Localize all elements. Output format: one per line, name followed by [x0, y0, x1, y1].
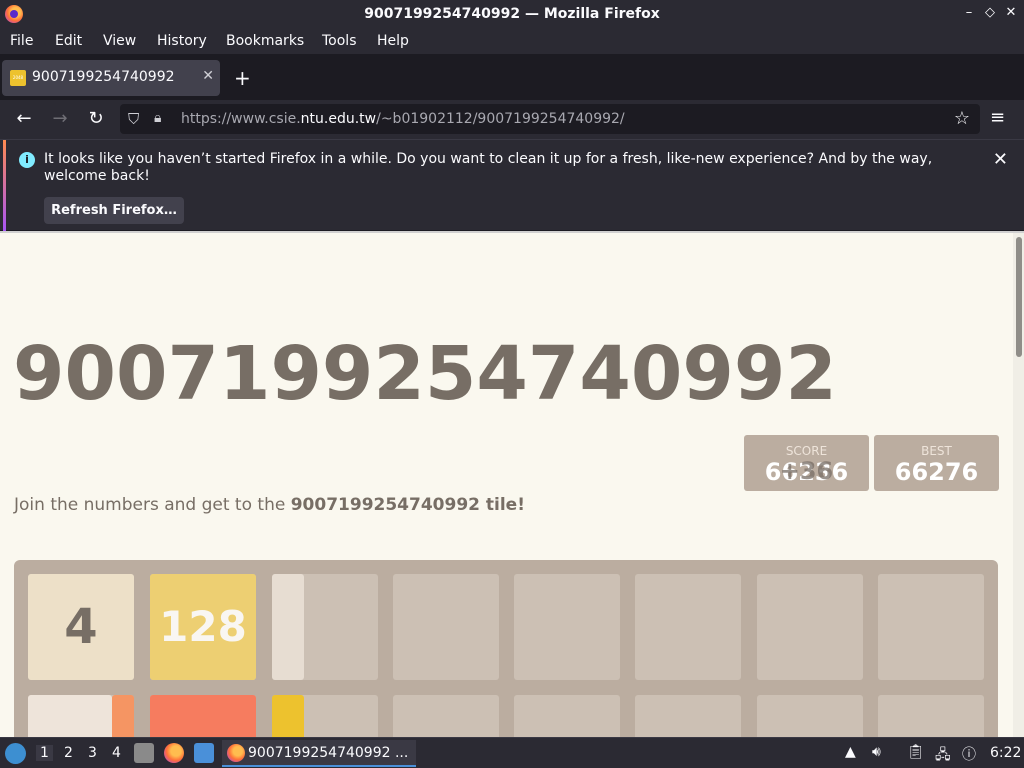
refresh-notification: i It looks like you haven’t started Fire…	[0, 139, 1024, 231]
workspace-1[interactable]: 1	[36, 745, 53, 761]
workspace-2[interactable]: 2	[64, 745, 73, 761]
grid-cell	[878, 574, 984, 680]
grid-cell	[393, 695, 499, 737]
page-scrollbar[interactable]	[1013, 233, 1024, 737]
tab-title: 9007199254740992	[32, 69, 175, 85]
menu-view[interactable]: View	[103, 33, 136, 49]
tile-red	[150, 695, 256, 737]
maximize-button[interactable]: ◇	[981, 5, 999, 20]
navigation-bar: ← → ↻ ⛉ 🔒︎ https://www.csie.ntu.edu.tw/~…	[0, 100, 1024, 139]
grid-cell	[635, 574, 741, 680]
tile-4: 4	[28, 574, 134, 680]
grid-cell	[393, 574, 499, 680]
tab-strip: 2048 9007199254740992 ✕ +	[0, 54, 1024, 100]
notification-accent	[3, 140, 6, 231]
firefox-launcher-icon[interactable]	[164, 743, 184, 763]
url-text[interactable]: https://www.csie.ntu.edu.tw/~b01902112/9…	[181, 111, 625, 127]
game-intro: Join the numbers and get to the 90071992…	[14, 495, 525, 515]
app-menu-icon[interactable]: ≡	[990, 107, 1005, 128]
tile-128: 128	[150, 574, 256, 680]
workspace-4[interactable]: 4	[112, 745, 121, 761]
menu-help[interactable]: Help	[377, 33, 409, 49]
game-board[interactable]: 4 128	[14, 560, 998, 737]
new-tab-button[interactable]: +	[234, 66, 251, 90]
tile-sliding	[272, 574, 304, 680]
volume-icon[interactable]: 🔊︎	[872, 744, 881, 760]
forward-button[interactable]: →	[48, 108, 72, 129]
firefox-app-icon	[227, 744, 245, 762]
tile-sliding	[28, 695, 112, 737]
window-titlebar: 9007199254740992 — Mozilla Firefox – ◇ ✕	[0, 0, 1024, 29]
refresh-firefox-button[interactable]: Refresh Firefox…	[44, 197, 184, 224]
workspace-3[interactable]: 3	[88, 745, 97, 761]
menu-edit[interactable]: Edit	[55, 33, 82, 49]
score-label: SCORE	[785, 444, 828, 458]
tab-close-icon[interactable]: ✕	[202, 68, 214, 84]
notification-close-icon[interactable]: ✕	[993, 149, 1008, 170]
menu-history[interactable]: History	[157, 33, 207, 49]
desktop-icon[interactable]	[194, 743, 214, 763]
tracking-shield-icon[interactable]: ⛉	[128, 110, 139, 128]
close-window-button[interactable]: ✕	[1002, 5, 1020, 20]
minimize-button[interactable]: –	[960, 5, 978, 20]
notification-icon[interactable]: ⓘ	[962, 744, 976, 764]
url-bar[interactable]: ⛉ 🔒︎ https://www.csie.ntu.edu.tw/~b01902…	[120, 104, 980, 134]
menu-file[interactable]: File	[10, 33, 33, 49]
file-manager-icon[interactable]	[134, 743, 154, 763]
grid-cell	[757, 574, 863, 680]
grid-cell	[635, 695, 741, 737]
menu-tools[interactable]: Tools	[322, 33, 357, 49]
info-icon: i	[19, 152, 35, 168]
grid-cell	[878, 695, 984, 737]
grid-cell	[514, 695, 620, 737]
lock-icon[interactable]: 🔒︎	[154, 110, 161, 126]
best-label: BEST	[921, 444, 952, 458]
web-page: 9007199254740992 SCORE 66236 +36 BEST 66…	[0, 231, 1024, 737]
clock: 6:22	[990, 745, 1022, 761]
grid-cell	[514, 574, 620, 680]
best-value: 66276	[894, 458, 979, 486]
clipboard-icon[interactable]: 📋︎	[907, 744, 925, 760]
tab-favicon-icon: 2048	[10, 70, 26, 86]
network-icon[interactable]: 🖧	[935, 744, 951, 768]
tile-sliding	[272, 695, 304, 737]
scrollbar-thumb[interactable]	[1016, 237, 1022, 357]
taskbar: 1 2 3 4 9007199254740992 ... ▲ 🔊︎ 📋︎ 🖧 ⓘ…	[0, 737, 1024, 768]
back-button[interactable]: ←	[12, 108, 36, 129]
menu-bookmarks[interactable]: Bookmarks	[226, 33, 304, 49]
score-addition: +36	[779, 457, 834, 485]
window-title: 9007199254740992 — Mozilla Firefox	[364, 6, 660, 22]
start-menu-icon[interactable]	[5, 743, 26, 764]
tray-up-icon[interactable]: ▲	[845, 744, 856, 760]
game-title: 9007199254740992	[13, 331, 837, 417]
bookmark-star-icon[interactable]: ☆	[954, 108, 970, 129]
score-box: SCORE 66236 +36	[744, 435, 869, 491]
menu-bar: File Edit View History Bookmarks Tools H…	[0, 29, 1024, 54]
taskbar-firefox-window[interactable]: 9007199254740992 ...	[222, 740, 416, 767]
grid-cell	[757, 695, 863, 737]
taskbar-app-label: 9007199254740992 ...	[248, 745, 409, 761]
reload-button[interactable]: ↻	[84, 108, 108, 129]
tab-2048[interactable]: 2048 9007199254740992 ✕	[2, 60, 220, 96]
notification-message: It looks like you haven’t started Firefo…	[44, 151, 933, 184]
tile-sliding	[112, 695, 134, 737]
best-box: BEST 66276	[874, 435, 999, 491]
